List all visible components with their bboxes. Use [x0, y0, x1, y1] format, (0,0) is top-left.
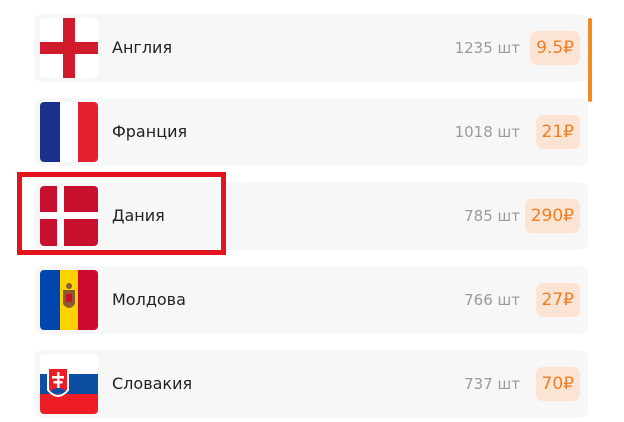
- country-name: Дания: [112, 206, 165, 225]
- list-item[interactable]: Англия 1235 шт 9.5₽: [34, 14, 588, 82]
- scrollbar[interactable]: [588, 18, 592, 102]
- list-item[interactable]: Дания 785 шт 290₽: [34, 182, 588, 250]
- list-item[interactable]: Франция 1018 шт 21₽: [34, 98, 588, 166]
- country-list: Англия 1235 шт 9.5₽ Франция 1018 шт 21₽ …: [0, 0, 624, 422]
- list-item[interactable]: Словакия 737 шт 70₽: [34, 350, 588, 418]
- stock-count: 785 шт: [464, 207, 520, 225]
- stock-count: 737 шт: [464, 375, 520, 393]
- price-button[interactable]: 70₽: [535, 367, 580, 401]
- country-name: Франция: [112, 122, 188, 141]
- moldova-flag-icon: [40, 270, 98, 330]
- country-name: Англия: [112, 38, 173, 57]
- stock-count: 1018 шт: [454, 123, 520, 141]
- stock-count: 766 шт: [464, 291, 520, 309]
- price-button[interactable]: 290₽: [524, 199, 580, 233]
- england-flag-icon: [40, 18, 98, 78]
- slovakia-flag-icon: [40, 354, 98, 414]
- stock-count: 1235 шт: [454, 39, 520, 57]
- denmark-flag-icon: [40, 186, 98, 246]
- country-name: Молдова: [112, 290, 186, 309]
- country-name: Словакия: [112, 374, 193, 393]
- price-button[interactable]: 9.5₽: [530, 31, 580, 65]
- price-button[interactable]: 21₽: [535, 115, 580, 149]
- list-item[interactable]: Молдова 766 шт 27₽: [34, 266, 588, 334]
- france-flag-icon: [40, 102, 98, 162]
- price-button[interactable]: 27₽: [535, 283, 580, 317]
